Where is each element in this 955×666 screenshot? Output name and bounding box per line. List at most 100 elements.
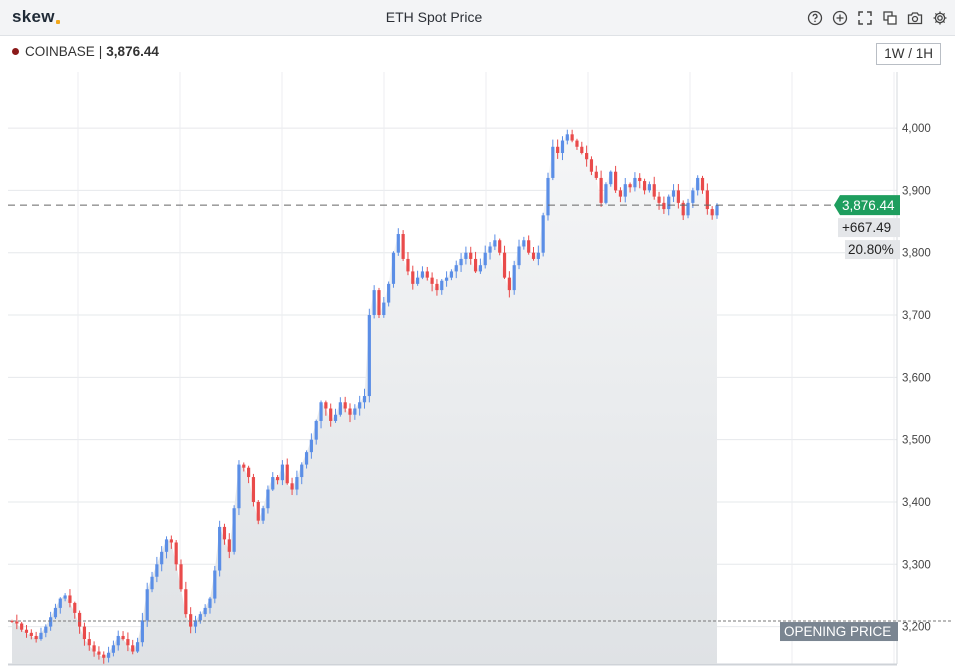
candle-body [266,489,270,509]
candle-body [338,402,342,415]
candle-body [382,302,386,316]
candle-body [618,190,623,197]
candle-body [469,252,473,259]
candle-body [131,645,135,652]
change-label: +667.49 [842,220,891,235]
y-tick-label: 3,900 [902,185,931,197]
candle-body [387,283,391,303]
candle-body [92,645,96,652]
candle-body [126,639,130,646]
candle-body [87,639,91,646]
candle-body [512,265,516,291]
candle-body [396,234,400,253]
candle-body [416,277,420,284]
candle-body [604,184,608,203]
candle-body [560,140,565,154]
y-tick-label: 3,500 [902,435,931,447]
candle-body [493,240,497,247]
candle-body [425,271,429,278]
candle-body [570,134,574,141]
candle-body [300,464,304,478]
candle-body [29,632,33,636]
candle-body [280,464,285,481]
candle-body [647,184,651,191]
candle-body [324,402,328,409]
candle-body [218,526,222,571]
candle-body [556,146,560,154]
candle-body [710,209,714,216]
candle-body [53,607,58,618]
candle-body [700,177,705,191]
candle-body [179,564,183,590]
candle-body [116,635,120,646]
candle-body [121,635,125,640]
candle-body [135,642,140,652]
candle-body [97,651,101,655]
candle-body [454,265,458,272]
y-tick-label: 3,800 [902,248,931,260]
candle-body [522,240,526,247]
candle-body [589,159,594,172]
y-tick-label: 3,700 [902,310,931,322]
price-tags: 3,876.44 +667.49 20.80% OPENING PRICE [780,195,900,642]
candle-body [638,177,642,182]
candle-body [309,439,313,453]
candle-body [353,408,357,415]
candle-body [251,477,256,502]
candle-body [73,602,77,613]
candle-body [696,177,700,191]
candle-body [169,539,173,543]
candle-body [78,612,82,627]
candle-body [58,598,62,608]
candle-body [39,632,43,640]
candle-body [527,240,531,253]
candle-body [420,271,425,278]
candle-body [372,290,376,316]
candle-body [642,181,647,191]
candle-body [531,252,536,259]
candle-body [34,635,38,640]
candle-body [275,477,280,481]
candle-body [585,153,589,160]
y-tick-label: 3,200 [902,622,931,634]
candle-body [285,464,289,484]
candle-body [348,408,352,415]
candle-body [329,408,333,421]
candle-body [314,420,318,440]
candle-body [440,280,444,291]
price-chart[interactable]: 3,200 3,300 3,400 3,500 3,600 3,700 3,800 3,900… [0,0,955,666]
candle-body [242,464,246,468]
candle-body [667,196,671,210]
candle-body [20,623,24,630]
candle-body [111,645,116,653]
candle-body [82,626,87,640]
candle-body [401,234,405,259]
candle-body [213,570,217,599]
candle-body [594,171,598,178]
candle-body [362,396,367,403]
candle-body [662,202,666,210]
candle-body [391,252,396,284]
candle-body [174,542,178,565]
y-tick-label: 3,400 [902,497,931,509]
candle-body [449,271,454,278]
candle-body [358,402,362,409]
candle-body [657,196,661,203]
candle-body [319,402,323,421]
candle-body [411,271,415,284]
candle-body [565,134,569,141]
candle-body [609,171,613,185]
candle-body [150,576,154,590]
y-tick-label: 3,300 [902,559,931,571]
candle-body [145,589,149,621]
opening-price-label: OPENING PRICE [784,624,891,639]
candle-body [208,598,212,608]
candle-body [691,190,695,203]
y-axis-ticks: 3,200 3,300 3,400 3,500 3,600 3,700 3,800 3,900… [902,123,931,634]
candle-body [261,508,265,521]
candle-body [102,654,106,658]
candle-body [676,190,680,203]
candle-body [15,621,19,624]
candle-body [546,177,550,216]
candle-body [377,290,381,316]
